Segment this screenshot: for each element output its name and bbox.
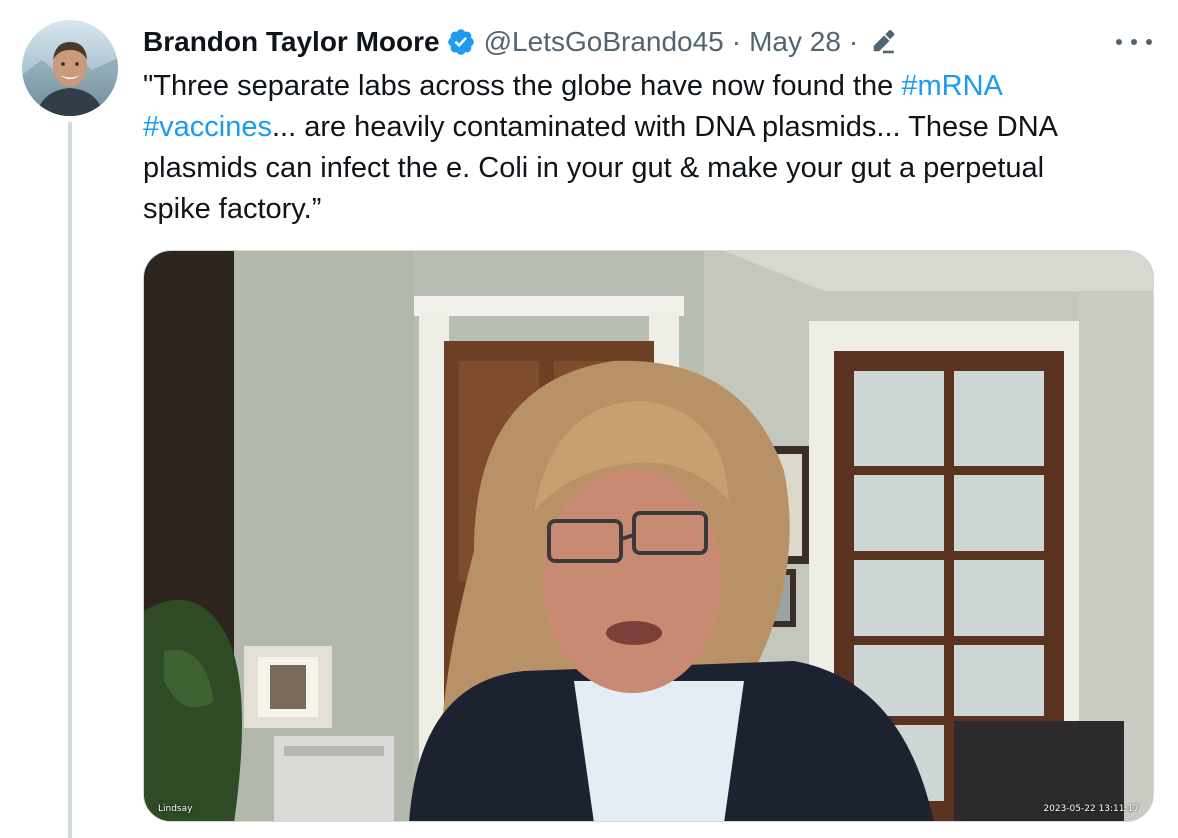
video-frame [144, 251, 1153, 821]
tweet-text-segment: "Three separate labs across the globe ha… [143, 70, 902, 102]
more-dot [1131, 39, 1137, 45]
more-options-icon[interactable] [1116, 30, 1152, 54]
tweet-text-segment: plasmids can infect the e. Coli in your … [143, 152, 1045, 184]
tweet-date[interactable]: May 28 [749, 26, 841, 58]
avatar-image [22, 20, 118, 116]
author-display-name[interactable]: Brandon Taylor Moore [143, 26, 440, 58]
tweet-video[interactable]: Lindsay 2023-05-22 13:11:17 [143, 250, 1154, 822]
video-caption-timestamp: 2023-05-22 13:11:17 [1043, 804, 1139, 814]
tweet-text-line: plasmids can infect the e. Coli in your … [143, 148, 1143, 189]
tweet-text: "Three separate labs across the globe ha… [143, 66, 1143, 230]
avatar[interactable] [22, 20, 118, 116]
hashtag-link[interactable]: #mRNA [901, 70, 1003, 102]
tweet-text-line: #vaccines... are heavily contaminated wi… [143, 107, 1143, 148]
more-dot [1116, 39, 1122, 45]
thread-connector-line [68, 122, 72, 838]
more-dot [1146, 39, 1152, 45]
separator-dot: · [731, 26, 742, 57]
tweet-text-line: spike factory.” [143, 189, 1143, 230]
pencil-edit-icon[interactable] [870, 29, 896, 55]
tweet-header: Brandon Taylor Moore @LetsGoBrando45 · M… [143, 22, 896, 62]
tweet-text-segment: ... are heavily contaminated with DNA pl… [271, 111, 1058, 143]
video-caption-name: Lindsay [158, 804, 193, 814]
separator-dot: · [848, 26, 859, 57]
hashtag-link[interactable]: #vaccines [143, 111, 272, 143]
tweet-text-line: "Three separate labs across the globe ha… [143, 66, 1143, 107]
verified-badge-icon[interactable] [446, 27, 476, 57]
author-handle[interactable]: @LetsGoBrando45 [484, 26, 724, 58]
tweet-text-segment: spike factory.” [143, 193, 322, 225]
